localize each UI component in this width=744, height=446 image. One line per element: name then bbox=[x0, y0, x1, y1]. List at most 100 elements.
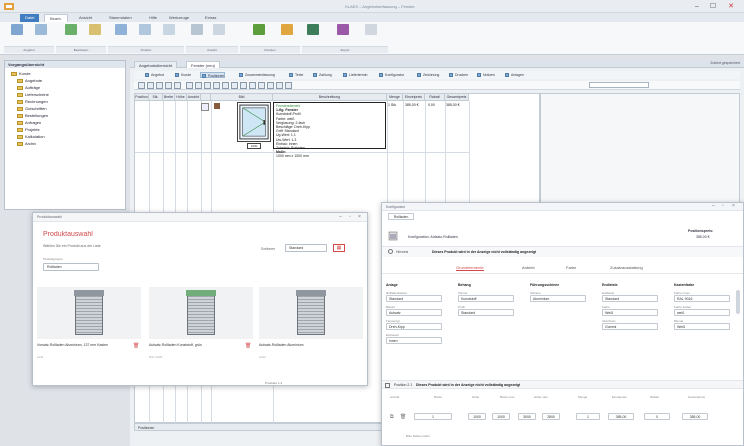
position-checkbox[interactable] bbox=[385, 383, 390, 388]
column-header[interactable]: Ansicht bbox=[187, 94, 201, 101]
config-field[interactable]: Schiene Aluminium bbox=[530, 291, 590, 302]
minimize-icon[interactable]: – bbox=[712, 203, 715, 209]
grid-icon[interactable] bbox=[231, 82, 238, 89]
tab-stammdaten[interactable]: Stammdaten bbox=[104, 14, 137, 22]
delete-icon[interactable]: 🗑 bbox=[133, 343, 139, 349]
subtab-zahlung[interactable]: Zahlung bbox=[312, 72, 332, 78]
config-field[interactable]: Profil Standard bbox=[458, 305, 518, 316]
copy-icon[interactable]: ⧉ bbox=[390, 414, 394, 420]
tab-extras[interactable]: Extras bbox=[200, 14, 221, 22]
field-select[interactable]: Aufsatz bbox=[386, 309, 442, 316]
config-field[interactable]: Bauart Aufsatz bbox=[386, 305, 446, 316]
config-field[interactable]: Farbe außen weiß bbox=[674, 305, 734, 316]
cell-quantity[interactable]: 1 Stk bbox=[388, 103, 396, 108]
minimize-button[interactable]: – bbox=[690, 2, 704, 11]
zoom-button[interactable] bbox=[208, 24, 230, 44]
delete-icon[interactable]: 🗑 bbox=[400, 414, 406, 420]
close-button[interactable]: ✕ bbox=[724, 2, 738, 11]
column-header[interactable]: Beschreibung bbox=[273, 94, 387, 101]
unit-price-select[interactable]: 385,00 bbox=[608, 413, 634, 420]
move-down-icon[interactable] bbox=[165, 82, 172, 89]
cell-total[interactable]: 385,00 € bbox=[446, 103, 460, 108]
tab-hilfe[interactable]: Hilfe bbox=[144, 14, 162, 22]
subtab-anlagen[interactable]: Anlagen bbox=[504, 72, 524, 78]
subtab-drucken[interactable]: Drucken bbox=[448, 72, 468, 78]
maximize-icon[interactable]: ▫ bbox=[349, 214, 351, 220]
tab-antrieb[interactable]: Antrieb bbox=[522, 265, 535, 270]
column-header[interactable]: Rabatt bbox=[425, 94, 445, 101]
field-select[interactable]: innen bbox=[386, 337, 442, 344]
subtab-angebot[interactable]: Angebot bbox=[144, 72, 164, 78]
app-logo-icon[interactable] bbox=[4, 2, 14, 11]
field-select[interactable]: Weiß bbox=[674, 323, 730, 330]
tab-bearbeiten[interactable]: Bearb. bbox=[44, 14, 68, 22]
subtab-texte[interactable]: Texte bbox=[288, 72, 303, 78]
subtab-konfigurator[interactable]: Konfigurator bbox=[378, 72, 404, 78]
position-button[interactable] bbox=[110, 24, 132, 44]
doc-tab-window[interactable]: Fenster (neu) bbox=[186, 61, 221, 68]
field-select[interactable]: RAL 9016 bbox=[674, 295, 730, 302]
minimize-icon[interactable]: – bbox=[339, 214, 342, 220]
delete-row-icon[interactable] bbox=[147, 82, 154, 89]
sort-icon[interactable] bbox=[222, 82, 229, 89]
tab-datei[interactable]: Datei bbox=[20, 14, 40, 22]
sum-icon[interactable] bbox=[204, 82, 211, 89]
field-select[interactable]: Weiß bbox=[602, 309, 658, 316]
width-input[interactable]: 1000 bbox=[468, 413, 486, 420]
field-select[interactable]: Standard bbox=[386, 295, 442, 302]
config-field[interactable]: Farbe innen RAL 9016 bbox=[674, 291, 734, 302]
extra-button[interactable] bbox=[360, 24, 382, 44]
tab-grundelemente[interactable]: Grundelemente bbox=[456, 265, 484, 271]
height-input[interactable]: 1000 bbox=[492, 413, 510, 420]
open-button[interactable] bbox=[30, 24, 52, 44]
column-header[interactable]: Position bbox=[135, 94, 149, 101]
product-card[interactable]: Vorsatz-Rollladen Aluminium, 137 mm Kast… bbox=[37, 287, 141, 371]
field-select[interactable]: Standard bbox=[458, 309, 514, 316]
config-field[interactable]: Farbe Weiß bbox=[602, 305, 662, 316]
close-icon[interactable]: × bbox=[732, 203, 735, 209]
tab-zusatz[interactable]: Zusatzausstattung bbox=[610, 265, 643, 270]
subtab-zusammenfassung[interactable]: Zusammenfassung bbox=[238, 72, 275, 78]
tab-werkzeuge[interactable]: Werkzeuge bbox=[164, 14, 194, 22]
doc-tab-overview[interactable]: Angebotsübersicht bbox=[134, 61, 178, 68]
calendar-icon[interactable] bbox=[267, 82, 274, 89]
config-field[interactable]: Abschluss Gummi bbox=[602, 319, 662, 330]
tab-farbe[interactable]: Farbe bbox=[566, 265, 576, 270]
column-header[interactable] bbox=[201, 94, 211, 101]
field-select[interactable]: weiß bbox=[674, 309, 730, 316]
calc-button[interactable] bbox=[276, 24, 298, 44]
window-drawing[interactable] bbox=[237, 102, 271, 142]
cut-icon[interactable] bbox=[186, 82, 193, 89]
subtab-kunde[interactable]: Kunde bbox=[174, 72, 191, 78]
column-header[interactable]: Höhe bbox=[175, 94, 187, 101]
mail-button[interactable] bbox=[332, 24, 354, 44]
field-select[interactable]: Gummi bbox=[602, 323, 658, 330]
settings-icon[interactable] bbox=[258, 82, 265, 89]
config-tab[interactable]: Rollladen bbox=[388, 213, 414, 220]
delete-button[interactable] bbox=[158, 24, 180, 44]
color-icon[interactable] bbox=[249, 82, 256, 89]
quantity-input[interactable]: 1 bbox=[414, 413, 452, 420]
config-field[interactable]: Panzer Kunststoff bbox=[458, 291, 518, 302]
config-field[interactable]: Blende Weiß bbox=[674, 319, 734, 330]
config-field[interactable]: Rollladenkasten Standard bbox=[386, 291, 446, 302]
subtab-liefertermin[interactable]: Liefertermin bbox=[342, 72, 367, 78]
field-select[interactable]: Dreh-Kipp bbox=[386, 323, 442, 330]
maximize-button[interactable]: ☐ bbox=[706, 2, 720, 11]
copy-row-icon[interactable] bbox=[174, 82, 181, 89]
image-icon[interactable] bbox=[240, 82, 247, 89]
subtab-zeichnung[interactable]: Zeichnung bbox=[416, 72, 439, 78]
add-row-icon[interactable] bbox=[138, 82, 145, 89]
print-button[interactable] bbox=[248, 24, 270, 44]
copy-button[interactable] bbox=[60, 24, 82, 44]
column-header[interactable]: Menge bbox=[387, 94, 403, 101]
table-icon[interactable] bbox=[276, 82, 283, 89]
product-card[interactable]: Aufsatz-Rollladen Kunststoff, grün 🗑 RAL… bbox=[149, 287, 253, 371]
row-checkbox[interactable] bbox=[201, 103, 209, 111]
cell-discount[interactable]: 0,00 bbox=[428, 103, 435, 108]
grid-view-icon[interactable]: ▦ bbox=[333, 244, 345, 252]
sort-select[interactable]: Standard bbox=[285, 244, 327, 252]
search-input[interactable] bbox=[589, 82, 649, 88]
subtab-notizen[interactable]: Notizen bbox=[476, 72, 495, 78]
config-field[interactable]: Einbauart innen bbox=[386, 333, 446, 344]
